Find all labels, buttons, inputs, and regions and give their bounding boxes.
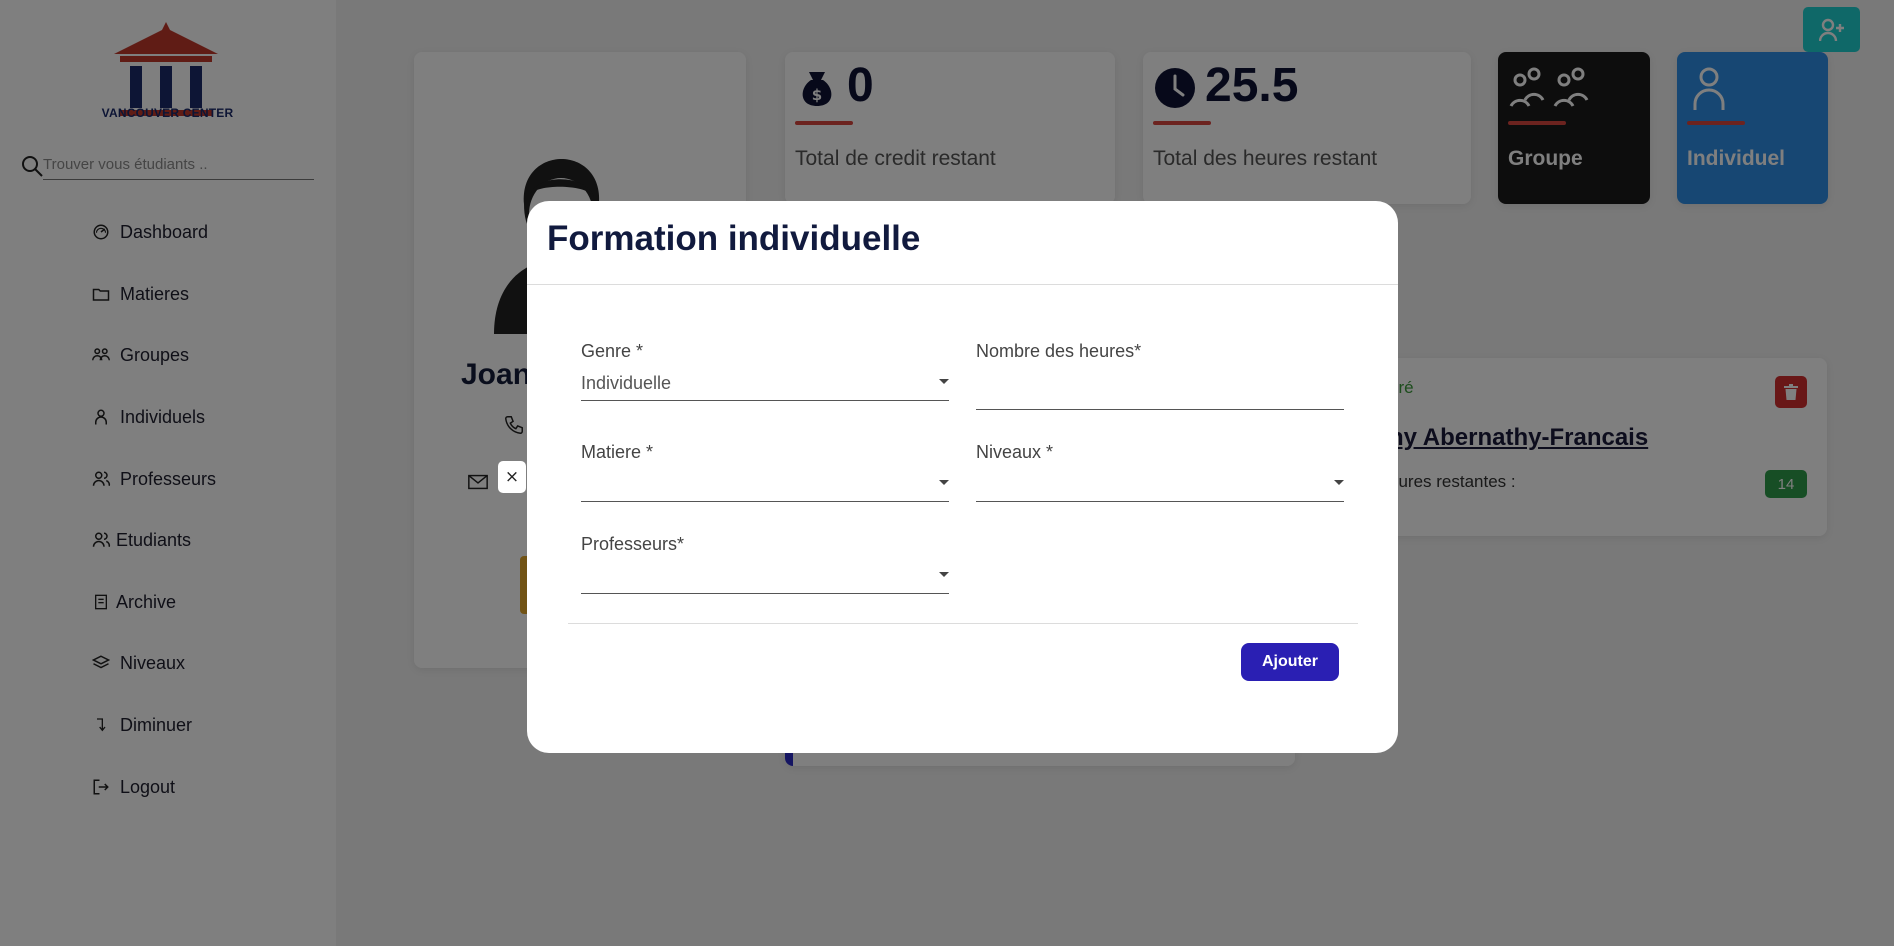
professeurs-field: Professeurs* bbox=[581, 534, 949, 594]
professeurs-select[interactable] bbox=[581, 564, 949, 594]
heures-label: Nombre des heures* bbox=[976, 341, 1142, 361]
niveaux-select[interactable] bbox=[976, 472, 1344, 502]
matiere-select[interactable] bbox=[581, 472, 949, 502]
formation-modal: Formation individuelle Genre * Individue… bbox=[527, 201, 1398, 753]
genre-field: Genre * Individuelle bbox=[581, 341, 949, 401]
chevron-down-icon bbox=[939, 480, 949, 485]
modal-title: Formation individuelle bbox=[547, 219, 921, 258]
modal-divider bbox=[527, 284, 1398, 285]
close-modal-button[interactable]: × bbox=[498, 461, 526, 493]
matiere-field: Matiere * bbox=[581, 442, 949, 502]
chevron-down-icon bbox=[939, 572, 949, 577]
chevron-down-icon bbox=[939, 379, 949, 384]
ajouter-button[interactable]: Ajouter bbox=[1241, 643, 1339, 681]
niveaux-field: Niveaux * bbox=[976, 442, 1344, 502]
genre-value: Individuelle bbox=[581, 373, 672, 393]
close-icon: × bbox=[504, 467, 520, 487]
niveaux-label: Niveaux * bbox=[976, 442, 1054, 462]
modal-footer-divider bbox=[568, 623, 1358, 624]
heures-field: Nombre des heures* bbox=[976, 341, 1344, 410]
heures-input[interactable] bbox=[976, 372, 1344, 410]
chevron-down-icon bbox=[1334, 480, 1344, 485]
matiere-label: Matiere * bbox=[581, 442, 654, 462]
professeurs-label: Professeurs* bbox=[581, 534, 685, 554]
genre-label: Genre * bbox=[581, 341, 644, 361]
genre-select[interactable]: Individuelle bbox=[581, 371, 949, 401]
